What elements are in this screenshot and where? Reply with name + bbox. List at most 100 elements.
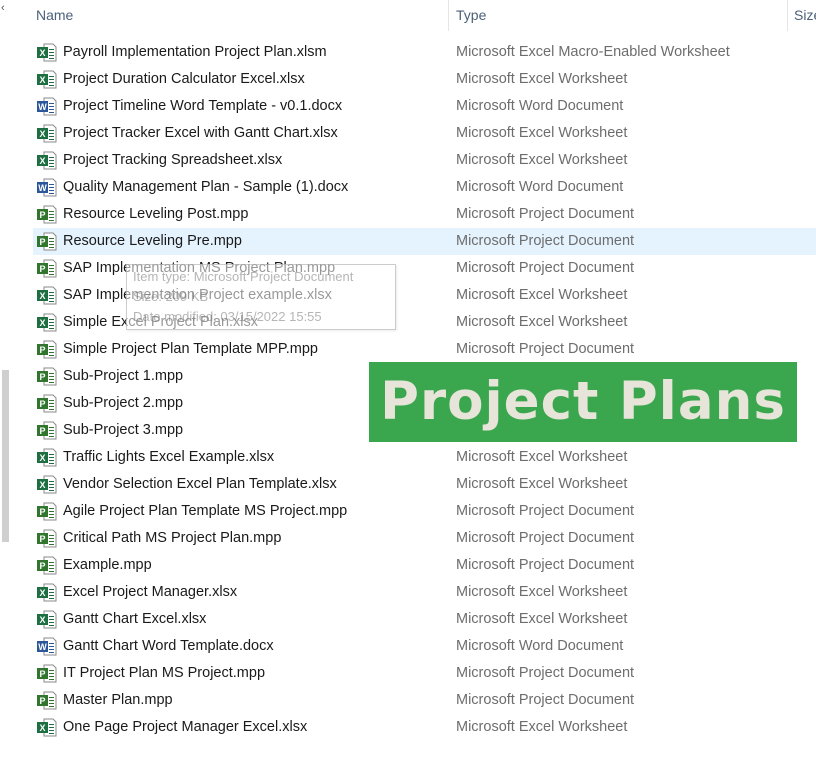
file-type: Microsoft Excel Worksheet <box>456 287 628 303</box>
file-type: Microsoft Project Document <box>456 557 635 573</box>
svg-text:W: W <box>38 642 47 652</box>
svg-text:X: X <box>39 291 45 301</box>
excel-file-icon: X <box>37 718 57 737</box>
file-name: Quality Management Plan - Sample (1).doc… <box>63 179 349 195</box>
word-file-icon: W <box>37 97 57 116</box>
file-type: Microsoft Project Document <box>456 530 635 546</box>
column-divider[interactable] <box>448 0 449 31</box>
file-type: Microsoft Excel Worksheet <box>456 719 628 735</box>
svg-text:P: P <box>39 426 45 436</box>
file-name: Vendor Selection Excel Plan Template.xls… <box>63 476 337 492</box>
file-row[interactable]: W Quality Management Plan - Sample (1).do… <box>33 174 816 201</box>
excel-file-icon: X <box>37 151 57 170</box>
file-type: Microsoft Project Document <box>456 665 635 681</box>
file-type: Microsoft Project Document <box>456 260 635 276</box>
file-row[interactable]: X Vendor Selection Excel Plan Template.xl… <box>33 471 816 498</box>
project-file-icon: P <box>37 529 57 548</box>
file-row[interactable]: P Resource Leveling Post.mpp Microsoft Pro… <box>33 201 816 228</box>
svg-text:W: W <box>38 183 47 193</box>
svg-text:X: X <box>39 48 45 58</box>
svg-text:X: X <box>39 318 45 328</box>
left-scrollbar[interactable] <box>2 370 9 542</box>
file-row[interactable]: P Agile Project Plan Template MS Project.… <box>33 498 816 525</box>
file-row[interactable]: W Gantt Chart Word Template.docx Microsoft… <box>33 633 816 660</box>
project-file-icon: P <box>37 421 57 440</box>
tooltip-size: Size: 209 KB <box>133 289 209 304</box>
excel-file-icon: X <box>37 313 57 332</box>
file-row[interactable]: X Project Duration Calculator Excel.xlsx M… <box>33 66 816 93</box>
file-row[interactable]: P Example.mpp Microsoft Project Document <box>33 552 816 579</box>
file-row[interactable]: X Traffic Lights Excel Example.xlsx Micros… <box>33 444 816 471</box>
file-type: Microsoft Excel Macro-Enabled Worksheet <box>456 44 730 60</box>
file-type: Microsoft Excel Worksheet <box>456 314 628 330</box>
column-header-type[interactable]: Type <box>456 0 486 31</box>
project-file-icon: P <box>37 394 57 413</box>
file-row[interactable]: X Gantt Chart Excel.xlsx Microsoft Excel W… <box>33 606 816 633</box>
banner-title: Project Plans <box>380 371 786 432</box>
file-name: Project Tracker Excel with Gantt Chart.x… <box>63 125 338 141</box>
file-name: Agile Project Plan Template MS Project.m… <box>63 503 348 519</box>
svg-text:P: P <box>39 507 45 517</box>
svg-text:P: P <box>39 561 45 571</box>
svg-text:P: P <box>39 345 45 355</box>
file-row[interactable]: P IT Project Plan MS Project.mpp Microsoft… <box>33 660 816 687</box>
file-name: Project Timeline Word Template - v0.1.do… <box>63 98 343 114</box>
file-row[interactable]: X One Page Project Manager Excel.xlsx Micr… <box>33 714 816 741</box>
file-name: Master Plan.mpp <box>63 692 173 708</box>
svg-text:X: X <box>39 453 45 463</box>
file-row[interactable]: P Resource Leveling Pre.mpp Microsoft Proj… <box>33 228 816 255</box>
excel-file-icon: X <box>37 70 57 89</box>
file-info-tooltip: Item type: Microsoft Project Document Si… <box>126 264 396 330</box>
file-name: One Page Project Manager Excel.xlsx <box>63 719 308 735</box>
file-type: Microsoft Excel Worksheet <box>456 476 628 492</box>
file-name: Gantt Chart Excel.xlsx <box>63 611 207 627</box>
svg-text:X: X <box>39 588 45 598</box>
file-name: Payroll Implementation Project Plan.xlsm <box>63 44 327 60</box>
svg-text:P: P <box>39 210 45 220</box>
svg-text:X: X <box>39 156 45 166</box>
file-row[interactable]: P Master Plan.mpp Microsoft Project Docume… <box>33 687 816 714</box>
file-name: Project Duration Calculator Excel.xlsx <box>63 71 305 87</box>
file-type: Microsoft Word Document <box>456 638 624 654</box>
svg-text:P: P <box>39 237 45 247</box>
file-row[interactable]: X Project Tracker Excel with Gantt Chart.… <box>33 120 816 147</box>
svg-text:P: P <box>39 399 45 409</box>
svg-text:X: X <box>39 129 45 139</box>
file-type: Microsoft Word Document <box>456 98 624 114</box>
svg-text:P: P <box>39 264 45 274</box>
project-file-icon: P <box>37 232 57 251</box>
file-row[interactable]: W Project Timeline Word Template - v0.1.d… <box>33 93 816 120</box>
file-type: Microsoft Project Document <box>456 233 635 249</box>
svg-text:P: P <box>39 696 45 706</box>
project-file-icon: P <box>37 502 57 521</box>
project-file-icon: P <box>37 259 57 278</box>
column-divider[interactable] <box>787 0 788 31</box>
column-header-name[interactable]: Name <box>36 0 73 31</box>
file-row[interactable]: X Project Tracking Spreadsheet.xlsx Micros… <box>33 147 816 174</box>
file-name: Critical Path MS Project Plan.mpp <box>63 530 282 546</box>
file-type: Microsoft Word Document <box>456 179 624 195</box>
file-name: Resource Leveling Pre.mpp <box>63 233 242 249</box>
file-name: Simple Project Plan Template MPP.mpp <box>63 341 318 357</box>
word-file-icon: W <box>37 637 57 656</box>
file-type: Microsoft Excel Worksheet <box>456 584 628 600</box>
file-name: IT Project Plan MS Project.mpp <box>63 665 266 681</box>
svg-text:P: P <box>39 669 45 679</box>
file-row[interactable]: X Excel Project Manager.xlsx Microsoft Exc… <box>33 579 816 606</box>
file-row[interactable]: X Payroll Implementation Project Plan.xls… <box>33 39 816 66</box>
word-file-icon: W <box>37 178 57 197</box>
project-file-icon: P <box>37 340 57 359</box>
svg-text:W: W <box>38 102 47 112</box>
file-type: Microsoft Project Document <box>456 692 635 708</box>
file-type: Microsoft Excel Worksheet <box>456 125 628 141</box>
svg-text:P: P <box>39 534 45 544</box>
excel-file-icon: X <box>37 610 57 629</box>
column-header-size[interactable]: Size <box>794 0 816 31</box>
file-row[interactable]: P Simple Project Plan Template MPP.mpp Mic… <box>33 336 816 363</box>
project-file-icon: P <box>37 664 57 683</box>
excel-file-icon: X <box>37 124 57 143</box>
column-header-bar: Name Type Size <box>0 0 816 31</box>
svg-text:X: X <box>39 723 45 733</box>
file-row[interactable]: P Critical Path MS Project Plan.mpp Micros… <box>33 525 816 552</box>
file-type: Microsoft Excel Worksheet <box>456 449 628 465</box>
